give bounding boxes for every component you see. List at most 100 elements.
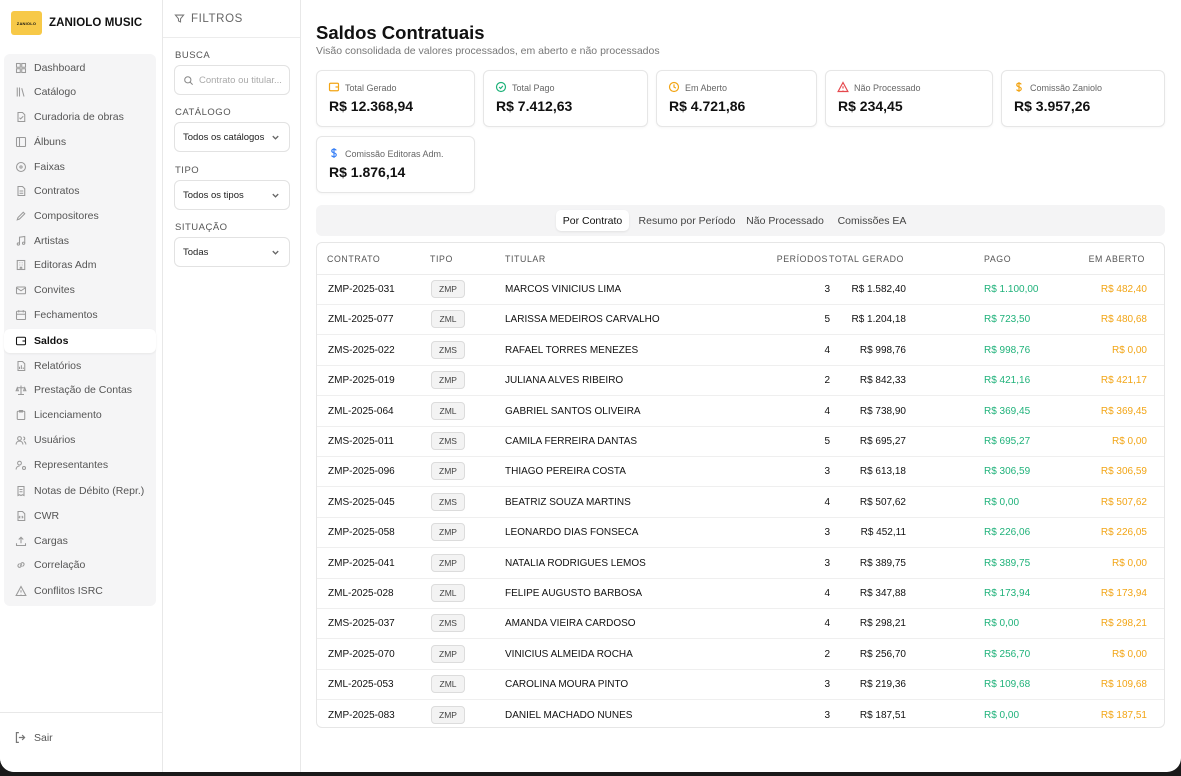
sidebar-item-label: Saldos bbox=[34, 335, 69, 347]
grid-icon bbox=[14, 62, 27, 75]
type-badge: ZMS bbox=[431, 340, 465, 359]
tab-por-contrato[interactable]: Por Contrato bbox=[556, 210, 629, 231]
table-row[interactable]: ZMS-2025-011 ZMS CAMILA FERREIRA DANTAS 5 R$… bbox=[317, 427, 1164, 457]
sidebar-item-catalogo[interactable]: Catálogo bbox=[4, 80, 156, 104]
sidebar-item-cwr[interactable]: CWR bbox=[4, 504, 156, 528]
card-total-pago: Total Pago R$ 7.412,63 bbox=[483, 70, 648, 127]
column-header-em-aberto[interactable]: EM ABERTO bbox=[1089, 254, 1145, 264]
table-row[interactable]: ZMP-2025-070 ZMP VINICIUS ALMEIDA ROCHA 2 R$… bbox=[317, 640, 1164, 670]
cell-em-aberto: R$ 482,40 bbox=[1100, 284, 1147, 295]
table-row[interactable]: ZML-2025-064 ZML GABRIEL SANTOS OLIVEIRA 4 R… bbox=[317, 397, 1164, 427]
table-row[interactable]: ZMP-2025-019 ZMP JULIANA ALVES RIBEIRO 2 R$ … bbox=[317, 366, 1164, 397]
cell-pago: R$ 998,76 bbox=[984, 344, 1031, 356]
table-row[interactable]: ZML-2025-077 ZML LARISSA MEDEIROS CARVALHO… bbox=[317, 305, 1164, 336]
column-header-contrato[interactable]: CONTRATO bbox=[327, 254, 380, 264]
chevron-down-icon bbox=[271, 248, 280, 257]
cell-em-aberto: R$ 226,05 bbox=[1100, 527, 1147, 539]
sidebar-item-artistas[interactable]: Artistas bbox=[4, 229, 156, 253]
card-comissao-zaniolo: Comissão Zaniolo R$ 3.957,26 bbox=[1001, 70, 1165, 127]
sidebar-item-curadoria-de-obras[interactable]: Curadoria de obras bbox=[4, 105, 156, 129]
cell-titular: RAFAEL TORRES MENEZES bbox=[505, 344, 639, 356]
table-row[interactable]: ZMP-2025-058 ZMP LEONARDO DIAS FONSECA 3 R$ … bbox=[317, 518, 1164, 549]
sidebar-item-dashboard[interactable]: Dashboard bbox=[4, 56, 156, 80]
sidebar-item-cargas[interactable]: Cargas bbox=[4, 529, 156, 553]
sidebar-item-albuns[interactable]: Álbuns bbox=[4, 130, 156, 154]
cell-em-aberto: R$ 369,45 bbox=[1100, 405, 1147, 417]
tipo-select[interactable]: Todos os tipos bbox=[174, 180, 290, 210]
cell-titular: FELIPE AUGUSTO BARBOSA bbox=[505, 588, 643, 599]
type-badge: ZMP bbox=[431, 523, 465, 542]
filters-header: FILTROS bbox=[163, 0, 300, 38]
main-content: Saldos Contratuais Visão consolidada de … bbox=[301, 0, 1181, 772]
tipo-value: Todos os tipos bbox=[183, 189, 244, 201]
logout-label: Sair bbox=[34, 731, 53, 744]
column-header-total-gerado[interactable]: TOTAL GERADO bbox=[829, 254, 904, 264]
sidebar-item-relatorios[interactable]: Relatórios bbox=[4, 354, 156, 378]
cell-em-aberto: R$ 298,21 bbox=[1100, 618, 1147, 630]
cell-periodos: 4 bbox=[824, 588, 830, 599]
column-header-pago[interactable]: PAGO bbox=[984, 254, 1011, 264]
cell-pago: R$ 389,75 bbox=[984, 557, 1031, 569]
cell-titular: JULIANA ALVES RIBEIRO bbox=[505, 375, 624, 387]
search-input[interactable]: Contrato ou titular... bbox=[174, 65, 290, 95]
table-row[interactable]: ZMS-2025-045 ZMS BEATRIZ SOUZA MARTINS 4 R$ … bbox=[317, 488, 1164, 518]
sidebar-item-conflitos-isrc[interactable]: Conflitos ISRC bbox=[4, 579, 156, 603]
table-row[interactable]: ZML-2025-053 ZML CAROLINA MOURA PINTO 3 R$ 2… bbox=[317, 670, 1164, 701]
tab-nao-processado[interactable]: Não Processado bbox=[743, 210, 827, 231]
sidebar-item-notas-de-debito-repr[interactable]: Notas de Débito (Repr.) bbox=[4, 479, 156, 503]
table-row[interactable]: ZMP-2025-083 ZMP DANIEL MACHADO NUNES 3 R$ 1… bbox=[317, 701, 1164, 727]
sidebar-item-licenciamento[interactable]: Licenciamento bbox=[4, 403, 156, 427]
sidebar-item-representantes[interactable]: Representantes bbox=[4, 453, 156, 477]
sidebar-item-compositores[interactable]: Compositores bbox=[4, 204, 156, 228]
sidebar-item-prestacao-de-contas[interactable]: Prestação de Contas bbox=[4, 378, 156, 402]
cell-pago: R$ 226,06 bbox=[984, 527, 1031, 539]
cell-total-gerado: R$ 298,21 bbox=[859, 618, 906, 630]
table-row[interactable]: ZML-2025-028 ZML FELIPE AUGUSTO BARBOSA 4 R$… bbox=[317, 579, 1164, 609]
cell-titular: LEONARDO DIAS FONSECA bbox=[505, 527, 639, 539]
column-header-tipo[interactable]: TIPO bbox=[430, 254, 453, 264]
chevron-down-icon bbox=[271, 191, 280, 200]
sidebar-item-editoras-adm[interactable]: Editoras Adm bbox=[4, 253, 156, 277]
cell-periodos: 3 bbox=[824, 466, 830, 478]
situacao-select[interactable]: Todas bbox=[174, 237, 290, 267]
logout-button[interactable]: Sair bbox=[14, 731, 53, 744]
sidebar-item-faixas[interactable]: Faixas bbox=[4, 155, 156, 179]
sidebar-item-contratos[interactable]: Contratos bbox=[4, 179, 156, 203]
sidebar-item-saldos[interactable]: Saldos bbox=[4, 329, 156, 353]
cell-contrato: ZMP-2025-041 bbox=[328, 557, 395, 569]
cell-titular: AMANDA VIEIRA CARDOSO bbox=[505, 618, 636, 630]
sidebar-item-label: Álbuns bbox=[34, 136, 67, 148]
chevron-down-icon bbox=[271, 133, 280, 142]
cell-em-aberto: R$ 507,62 bbox=[1100, 496, 1147, 508]
column-header-titular[interactable]: TITULAR bbox=[505, 254, 546, 264]
sidebar-item-correlacao[interactable]: Correlação bbox=[4, 553, 156, 577]
table-row[interactable]: ZMP-2025-041 ZMP NATALIA RODRIGUES LEMOS 3 R… bbox=[317, 549, 1164, 579]
type-badge: ZMS bbox=[431, 614, 465, 633]
cell-em-aberto: R$ 0,00 bbox=[1111, 344, 1147, 356]
card-label: Não Processado bbox=[854, 83, 921, 93]
column-header-periodos[interactable]: PERÍODOS bbox=[777, 254, 828, 264]
cell-total-gerado: R$ 1.582,40 bbox=[851, 284, 907, 295]
check-circle-icon bbox=[495, 81, 508, 94]
cell-em-aberto: R$ 109,68 bbox=[1100, 679, 1147, 691]
table-row[interactable]: ZMS-2025-037 ZMS AMANDA VIEIRA CARDOSO 4 R$ … bbox=[317, 609, 1164, 640]
sidebar-item-label: Correlação bbox=[34, 559, 86, 571]
table-row[interactable]: ZMS-2025-022 ZMS RAFAEL TORRES MENEZES 4 R$ … bbox=[317, 336, 1164, 366]
catalogo-label: CATÁLOGO bbox=[175, 107, 232, 118]
cell-total-gerado: R$ 347,88 bbox=[859, 588, 906, 599]
tab-resumo-por-periodo[interactable]: Resumo por Período bbox=[634, 210, 740, 231]
table-row[interactable]: ZMP-2025-031 ZMP MARCOS VINICIUS LIMA 3 R$ 1… bbox=[317, 275, 1164, 305]
sidebar-item-usuarios[interactable]: Usuários bbox=[4, 428, 156, 452]
sidebar-item-convites[interactable]: Convites bbox=[4, 278, 156, 302]
clock-icon bbox=[668, 81, 681, 94]
sidebar-item-label: Licenciamento bbox=[34, 409, 102, 421]
wallet-icon bbox=[328, 81, 341, 94]
brand-name: ZANIOLO MUSIC bbox=[49, 17, 143, 29]
catalogo-select[interactable]: Todos os catálogos bbox=[174, 122, 290, 152]
type-badge: ZML bbox=[431, 584, 465, 602]
tab-comissoes-ea[interactable]: Comissões EA bbox=[834, 210, 910, 231]
filters-panel: FILTROS BUSCA Contrato ou titular... CAT… bbox=[163, 0, 301, 772]
table-row[interactable]: ZMP-2025-096 ZMP THIAGO PEREIRA COSTA 3 R$ 6… bbox=[317, 457, 1164, 488]
sidebar-item-fechamentos[interactable]: Fechamentos bbox=[4, 303, 156, 327]
sidebar-item-label: Curadoria de obras bbox=[34, 111, 124, 123]
